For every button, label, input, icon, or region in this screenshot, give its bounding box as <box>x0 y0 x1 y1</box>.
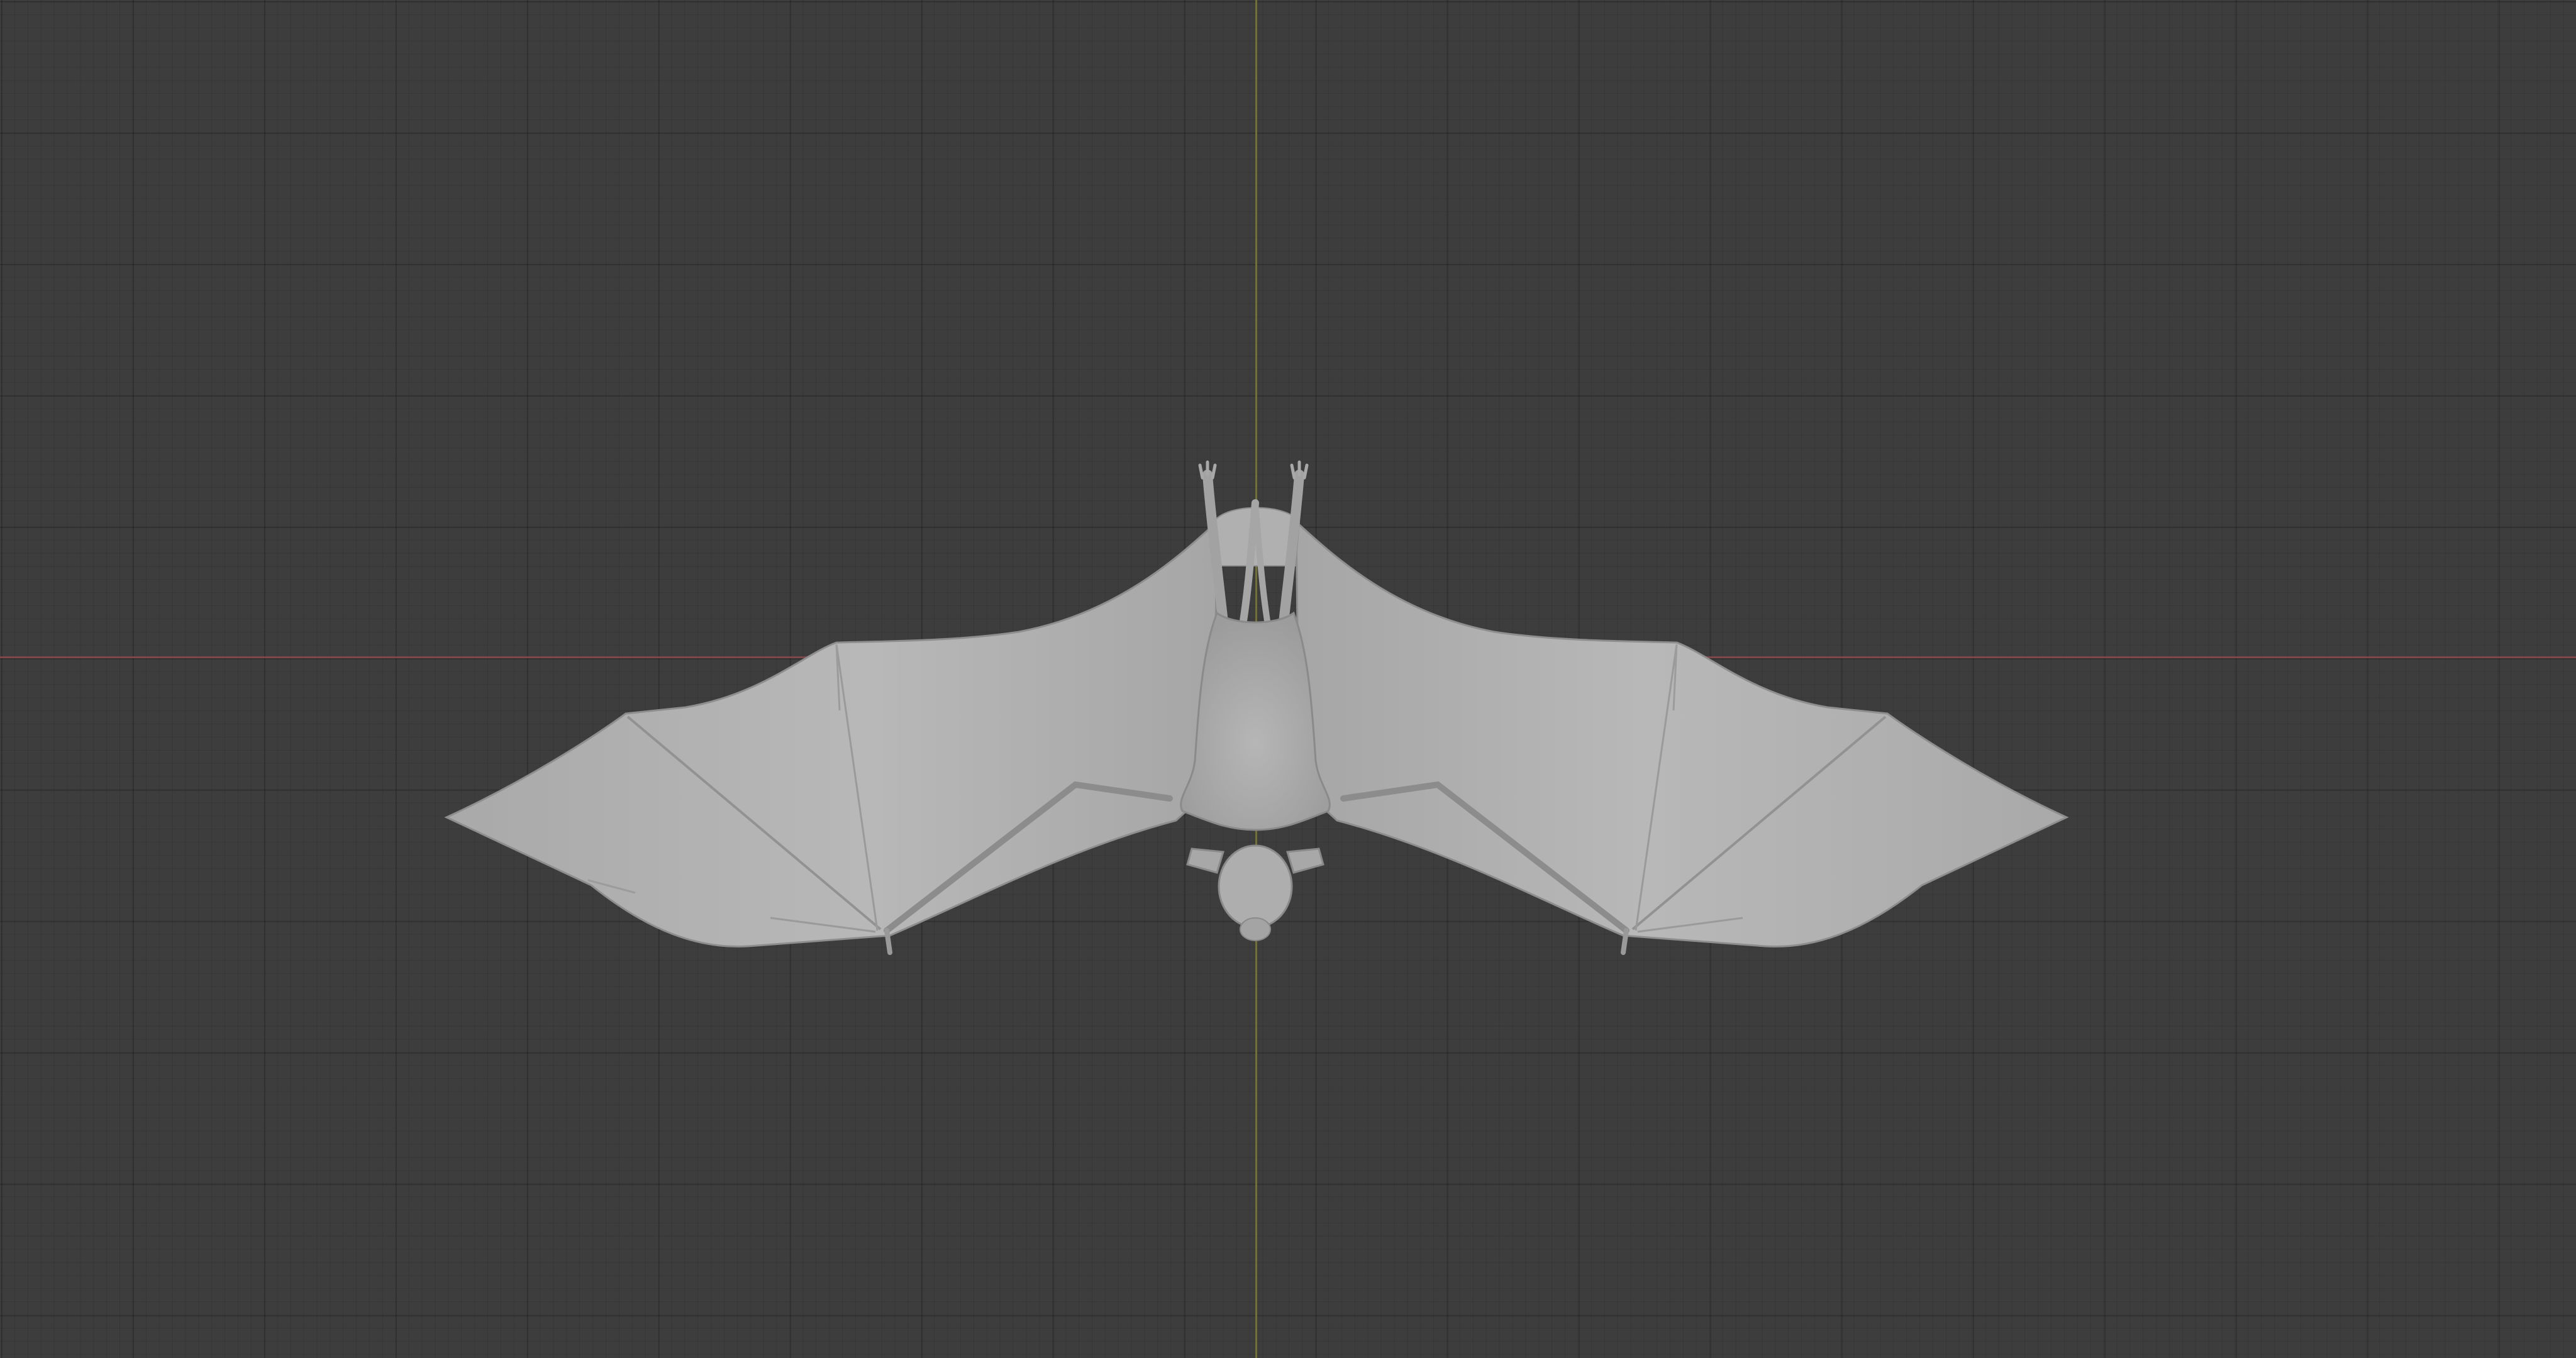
left-wing <box>444 519 1218 955</box>
left-thumb <box>884 928 892 955</box>
3d-viewport[interactable] <box>0 0 2576 1358</box>
left-foot <box>1198 460 1217 480</box>
right-wing <box>1295 519 2069 955</box>
left-ear <box>1186 847 1224 874</box>
right-ear <box>1286 847 1324 874</box>
right-wing-membrane <box>1295 519 2069 948</box>
right-foot <box>1290 460 1309 480</box>
right-thumb <box>1621 928 1629 955</box>
bat-model[interactable] <box>0 0 2576 1358</box>
bat-head <box>1186 844 1324 941</box>
snout <box>1240 917 1271 941</box>
left-wing-membrane <box>444 519 1218 948</box>
head-shape <box>1218 844 1293 929</box>
